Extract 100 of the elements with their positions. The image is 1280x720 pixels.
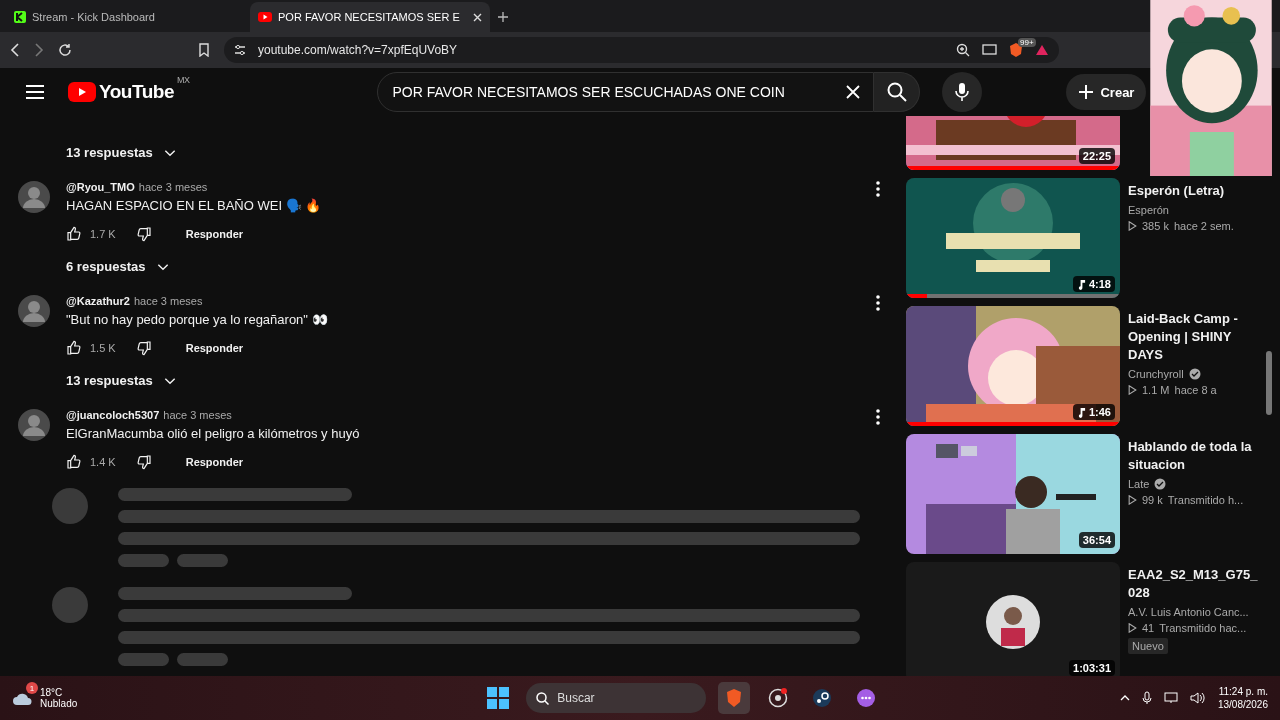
loading-placeholder — [118, 554, 169, 567]
like-icon[interactable] — [66, 454, 82, 470]
avatar — [18, 409, 50, 441]
play-icon — [1128, 495, 1137, 505]
like-icon[interactable] — [66, 340, 82, 356]
video-title[interactable]: Hablando de toda la situacion — [1128, 438, 1256, 474]
microphone-icon[interactable] — [1141, 691, 1152, 705]
more-options-icon[interactable] — [876, 181, 880, 197]
video-title[interactable]: Esperón (Letra) — [1128, 182, 1256, 200]
channel-name[interactable]: Late — [1128, 478, 1150, 490]
replies-toggle[interactable]: 6 respuestas — [66, 254, 890, 279]
music-note-icon — [1076, 406, 1086, 418]
zoom-icon[interactable] — [956, 43, 970, 57]
dislike-icon[interactable] — [135, 340, 152, 356]
view-count: 385 k — [1142, 220, 1169, 232]
comment-time[interactable]: hace 3 meses — [163, 409, 232, 421]
comment-text: HAGAN ESPACIO EN EL BAÑO WEI 🗣 🔥 — [66, 198, 323, 213]
clear-icon[interactable] — [846, 85, 861, 99]
reply-button[interactable]: Responder — [179, 341, 250, 355]
comment-author[interactable]: @juancoloch5307 — [66, 409, 160, 421]
avatar — [18, 181, 50, 213]
video-duration: 1:46 — [1072, 404, 1115, 420]
microphone-button[interactable] — [942, 72, 983, 112]
kick-logo-icon — [14, 11, 26, 23]
plus-icon — [1078, 84, 1095, 100]
view-count: 1.1 M — [1142, 384, 1170, 396]
video-thumbnail[interactable]: 22:25 — [906, 116, 1120, 170]
comment-time[interactable]: hace 3 meses — [133, 295, 203, 307]
chevron-up-icon[interactable] — [1119, 695, 1130, 701]
comment-author[interactable]: @Ryou_TMO — [66, 181, 135, 193]
triangle-icon[interactable] — [1035, 44, 1049, 56]
tab-title: POR FAVOR NECESITAMOS SER E — [278, 11, 460, 23]
comment-time[interactable]: hace 3 meses — [138, 181, 208, 193]
upload-age: Transmitido h... — [1167, 494, 1244, 506]
new-badge: Nuevo — [1128, 638, 1168, 654]
notification-badge: 1 — [26, 682, 38, 694]
video-thumbnail[interactable]: 36:54 — [906, 434, 1120, 554]
channel-name[interactable]: A.V. Luis Antonio Canc... — [1128, 606, 1249, 618]
tab-title: Stream - Kick Dashboard — [32, 11, 155, 23]
comment-author[interactable]: @Kazathur2 — [66, 295, 130, 307]
microphone-icon — [955, 82, 970, 102]
video-duration: 1:03:31 — [1069, 660, 1115, 676]
close-icon[interactable] — [473, 12, 482, 22]
scrollbar-thumb[interactable] — [1266, 351, 1272, 415]
video-duration: 22:25 — [1078, 148, 1115, 164]
create-button[interactable]: Crear — [1066, 74, 1147, 110]
video-thumbnail[interactable]: 4:18 — [906, 178, 1120, 298]
video-duration: 4:18 — [1072, 276, 1115, 292]
search-field[interactable]: POR FAVOR NECESITAMOS SER ESCUCHADAS ONE COIN — [377, 72, 875, 112]
menu-icon[interactable] — [26, 85, 44, 99]
reload-icon[interactable] — [58, 43, 72, 57]
like-icon[interactable] — [66, 226, 82, 242]
youtube-logo-icon — [258, 12, 272, 22]
taskbar-search[interactable]: Buscar — [526, 683, 707, 713]
channel-name[interactable]: Crunchyroll — [1128, 368, 1184, 380]
reply-button[interactable]: Responder — [179, 227, 250, 241]
like-count: 1.4 K — [90, 456, 116, 468]
replies-toggle[interactable]: 13 respuestas — [66, 368, 890, 393]
comment-text: "But no hay pedo porque ya lo regañaron" 👀 — [66, 312, 329, 327]
back-icon[interactable] — [10, 43, 20, 57]
more-options-icon[interactable] — [876, 295, 880, 311]
forward-icon[interactable] — [34, 43, 44, 57]
new-tab-icon[interactable] — [498, 12, 508, 22]
address-bar[interactable]: youtube.com/watch?v=7xpfEqUVoBY 99+ — [224, 37, 1059, 63]
more-options-icon[interactable] — [876, 409, 880, 425]
search-button[interactable] — [874, 72, 921, 112]
video-thumbnail[interactable]: 1:46 — [906, 306, 1120, 426]
clock[interactable]: 11:24 p. m. 13/08/2026 — [1217, 686, 1268, 710]
play-icon — [1128, 623, 1137, 633]
replies-toggle[interactable]: 13 respuestas — [66, 140, 890, 165]
upload-age: Transmitido hac... — [1159, 622, 1247, 634]
channel-name[interactable]: Esperón — [1128, 204, 1169, 216]
dislike-icon[interactable] — [135, 454, 152, 470]
cast-icon[interactable] — [982, 44, 997, 56]
verified-icon — [1154, 478, 1167, 490]
volume-icon[interactable] — [1189, 692, 1206, 704]
video-duration: 36:54 — [1078, 532, 1115, 548]
like-count: 1.7 K — [90, 228, 116, 240]
network-icon[interactable] — [1163, 692, 1178, 704]
loading-placeholder — [177, 554, 228, 567]
dislike-icon[interactable] — [135, 226, 152, 242]
like-count: 1.5 K — [90, 342, 116, 354]
brave-browser-icon[interactable] — [718, 682, 751, 714]
search-icon — [536, 691, 550, 705]
browser-tab[interactable]: POR FAVOR NECESITAMOS SER E — [250, 2, 490, 32]
comment-text: ElGranMacumba olió el peligro a kilómetros y huyó — [66, 426, 361, 441]
weather-condition: Nublado — [40, 698, 78, 709]
video-title[interactable]: Laid-Back Camp - Opening | SHINY DAYS — [1128, 310, 1256, 364]
video-thumbnail[interactable]: 1:03:31 — [906, 562, 1120, 676]
play-icon — [1128, 385, 1137, 395]
browser-tab[interactable]: Stream - Kick Dashboard — [6, 2, 246, 32]
loading-placeholder — [177, 653, 228, 666]
video-title[interactable]: EAA2_S2_M13_G75_ 028 — [1128, 566, 1256, 602]
view-count: 99 k — [1142, 494, 1163, 506]
bookmark-icon[interactable] — [198, 43, 210, 57]
avatar — [18, 295, 50, 327]
reply-button[interactable]: Responder — [179, 455, 250, 469]
upload-age: hace 8 a — [1174, 384, 1217, 396]
loading-placeholder — [118, 653, 169, 666]
avatar-placeholder — [52, 488, 88, 524]
